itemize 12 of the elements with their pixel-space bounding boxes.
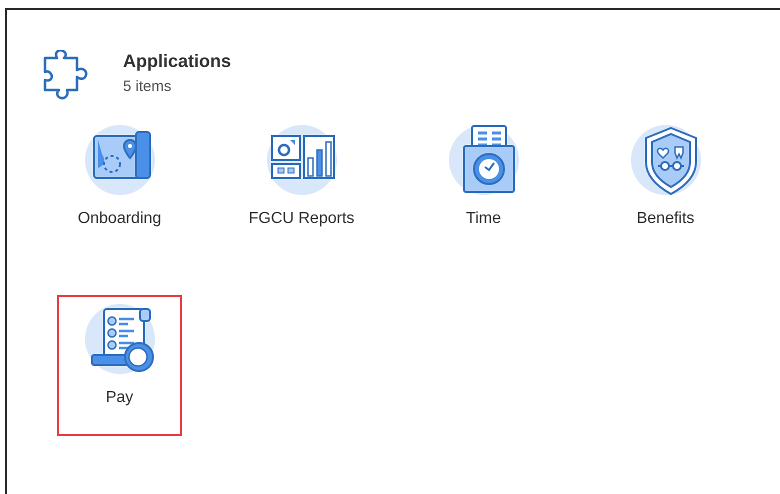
app-label: Benefits [636,210,694,228]
item-count: 5 items [123,78,172,95]
app-tile[interactable]: Benefits [603,116,728,257]
app-tile[interactable]: Time [421,116,546,257]
app-tile[interactable]: FGCU Reports [239,116,364,257]
app-tile[interactable]: Onboarding [57,116,182,257]
app-label: Pay [106,389,134,407]
app-label: Time [466,210,501,228]
app-label: FGCU Reports [248,210,354,228]
highlighted-app-tile[interactable]: Pay [57,295,182,436]
app-label: Onboarding [78,210,162,228]
section-title: Applications [123,51,232,72]
